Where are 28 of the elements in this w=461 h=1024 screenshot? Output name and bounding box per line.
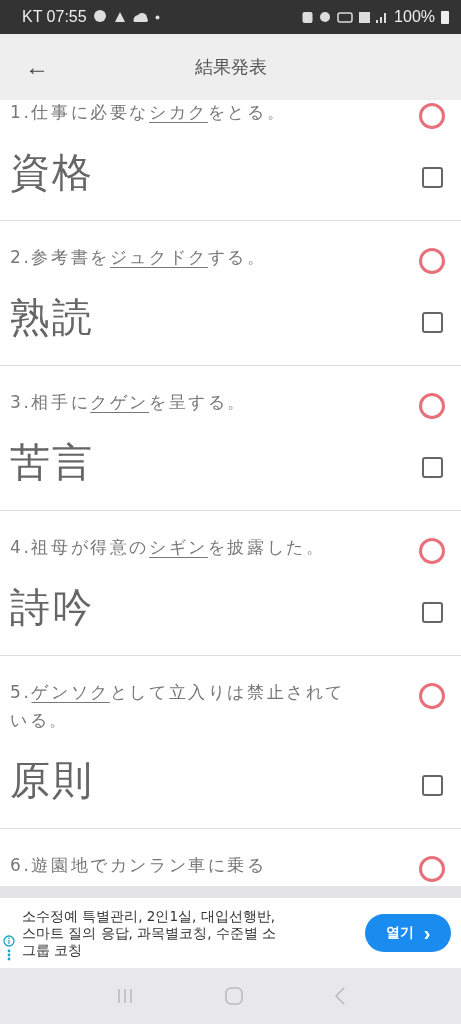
signal-icon (376, 11, 389, 23)
hd-icon (337, 11, 354, 23)
question-text: 2.参考書を ジュクドク する。 (10, 246, 268, 269)
ad-text: 소수정예 특별관리, 2인1실, 대입선행반, 스마트 질의 응답, 과목별코칭, 수준별 소그룹 코칭 (21, 907, 278, 959)
back-button[interactable]: ← (18, 53, 56, 81)
answer-text: 熟読 (10, 293, 95, 342)
dot-icon (154, 14, 160, 20)
answer-text: 原則 (10, 756, 95, 805)
info-icon[interactable] (3, 935, 15, 947)
question-text: 3.相手に クゲン を呈する。 (10, 391, 249, 414)
battery-icon (441, 10, 449, 24)
question-text: 4.祖母が得意の シギン を披露した。 (10, 536, 327, 559)
question-text: 1.仕事に必要な シカク をとる。 (10, 101, 288, 124)
checkbox[interactable] (421, 312, 443, 333)
cloud-icon (132, 10, 149, 24)
answer-text: 苦言 (10, 438, 95, 487)
checkbox[interactable] (421, 457, 443, 478)
checkbox[interactable] (421, 167, 443, 188)
checkbox[interactable] (421, 775, 443, 796)
checkbox[interactable] (421, 602, 443, 623)
more-icon[interactable] (7, 949, 11, 961)
answer-text: 詩吟 (10, 583, 95, 632)
answer-text: 資格 (10, 148, 95, 197)
question-text: 6.遊園地でカンラン車に乗る (10, 854, 268, 877)
screen-title: 結果発表 (193, 55, 268, 79)
battery-level: 100% (394, 8, 435, 26)
status-time: KT 07:55 (22, 8, 87, 26)
question-text: 5.ゲンソク として立入りは禁止されている。 (10, 681, 347, 732)
